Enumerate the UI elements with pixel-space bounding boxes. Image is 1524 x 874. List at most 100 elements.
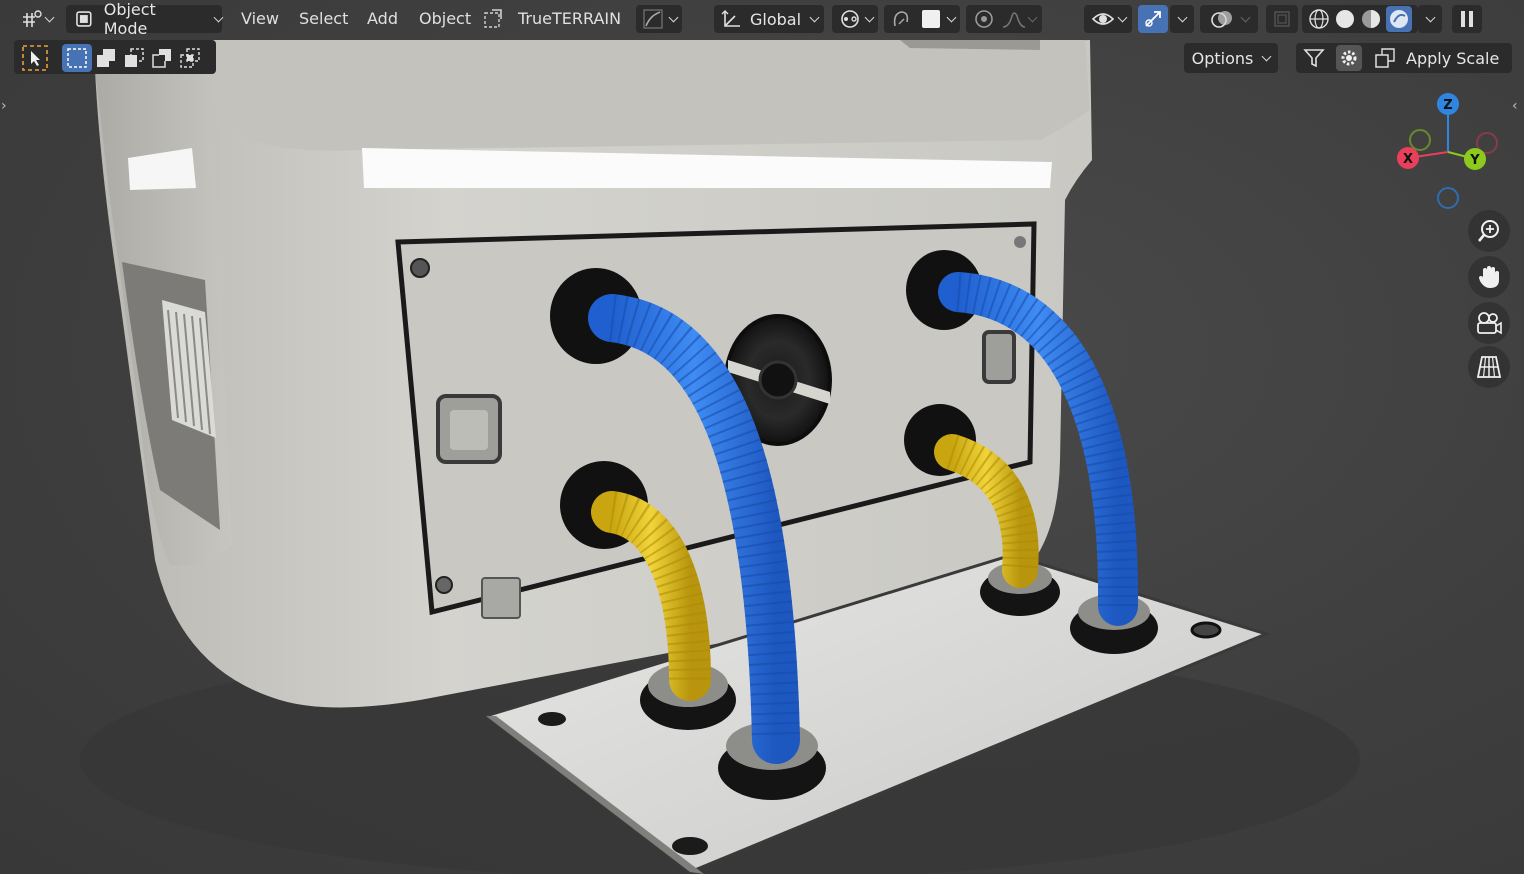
pivot-icon [840,10,859,28]
neg-z-axis-handle[interactable] [1437,187,1459,209]
transform-orientation-dropdown[interactable]: Global [714,5,824,33]
overlays-group[interactable] [1200,5,1258,33]
editor-type-icon [22,10,42,27]
eye-icon [1091,13,1114,25]
apply-scale-button[interactable]: Apply Scale [1374,47,1499,69]
center-vent-hub [758,360,798,400]
orientation-axes-icon [721,10,740,27]
filter-icon[interactable] [1302,46,1326,70]
pause-render-button[interactable] [1452,5,1482,33]
chevron-down-icon [668,12,678,22]
neg-y-axis-handle[interactable] [1409,129,1431,151]
chevron-down-icon [1117,12,1127,22]
chevron-down-icon [213,12,224,22]
snap-magnet-icon[interactable] [890,8,912,30]
snap-group [884,5,960,33]
menu-add[interactable]: Add [367,9,398,28]
proportional-editing-group [966,5,1042,33]
menu-select[interactable]: Select [299,9,348,28]
overlays-icon [1210,11,1232,28]
viewport-scene[interactable] [0,0,1524,874]
select-invert-icon [152,49,171,68]
mode-dropdown[interactable]: Object Mode [66,0,224,38]
shading-modes-group [1302,5,1418,33]
select-mode-invert-button[interactable] [148,44,176,72]
plate-bolt [1190,621,1222,639]
gear-icon [1341,50,1357,66]
cursor-select-icon [22,45,48,71]
y-axis-label: Y [1469,153,1480,168]
pivot-point-dropdown[interactable] [832,5,878,33]
chevron-down-icon [1425,12,1435,22]
transform-orientation-label: Global [750,9,802,29]
xray-icon [1274,11,1290,27]
shading-options-dropdown[interactable] [1418,5,1442,33]
xray-toggle-button[interactable] [1266,5,1298,33]
camera-icon [1477,312,1502,335]
select-box-icon [67,48,87,68]
addon-icon-button[interactable] [480,5,506,33]
mode-label: Object Mode [103,0,156,38]
menu-view[interactable]: View [241,9,279,28]
panel-handle-right[interactable] [982,330,1016,384]
visibility-dropdown[interactable] [1084,5,1132,33]
select-mode-subtract-button[interactable] [120,44,148,72]
solid-shading-icon[interactable] [1334,8,1356,30]
chevron-down-icon [1261,51,1272,61]
x-axis-label: X [1403,152,1413,167]
panel-handle-left-inner [450,410,488,450]
gizmo-toggle-button[interactable] [1138,5,1168,33]
chevron-down-icon [1240,12,1250,22]
select-mode-intersect-button[interactable] [176,44,204,72]
select-mode-new-button[interactable] [62,44,92,72]
chevron-down-icon [864,12,874,22]
menu-object[interactable]: Object [419,9,471,28]
chevron-down-icon [1027,12,1037,22]
snap-target-increment-icon[interactable] [921,10,940,28]
gizmo-icon [1145,11,1161,27]
falloff-curve-icon[interactable] [1001,8,1027,30]
perspective-toggle-button[interactable] [1468,346,1510,388]
toolbar-expand-icon[interactable]: › [1,98,7,114]
curve-icon [642,9,663,29]
options-dropdown[interactable]: Options [1184,43,1278,73]
addon-tools-bar: Apply Scale [1296,43,1512,73]
rendered-shading-button[interactable] [1386,6,1412,32]
hand-pan-icon [1479,266,1499,288]
select-mode-extend-button[interactable] [92,44,120,72]
machine-top-lip [210,40,1090,151]
object-mode-icon [76,11,92,27]
menu-trueterrain[interactable]: TrueTERRAIN [518,9,621,28]
panel-screw [435,576,453,594]
chevron-down-icon [44,12,54,22]
active-tool-button[interactable] [20,44,50,72]
zoom-icon [1478,220,1499,242]
wireframe-shading-icon[interactable] [1308,8,1330,30]
plate-bolt [672,837,708,855]
viewport-header: Object Mode View Select Add Object TrueT… [0,0,1524,38]
select-intersect-icon [180,48,200,68]
apply-scale-label: Apply Scale [1406,48,1500,68]
panel-screw [1014,236,1026,248]
plate-bolt [538,712,566,726]
editor-type-button[interactable] [14,5,58,33]
gizmo-dropdown[interactable] [1170,5,1194,33]
z-axis-label: Z [1443,98,1452,113]
chevron-down-icon [809,12,820,22]
settings-button[interactable] [1336,45,1362,71]
chevron-down-icon [946,12,956,22]
pan-button[interactable] [1468,256,1510,298]
selection-dashed-icon [484,9,502,28]
proportional-editing-icon[interactable] [973,8,995,30]
camera-view-button[interactable] [1468,302,1510,344]
navigation-gizmo[interactable]: Z X Y [1388,88,1508,212]
ortho-grid-icon [1476,356,1502,378]
material-shading-icon[interactable] [1360,8,1382,30]
rendered-shading-icon [1390,10,1408,28]
select-subtract-icon [125,48,144,67]
sidebar-expand-icon[interactable]: ‹ [1512,98,1518,114]
zoom-button[interactable] [1468,210,1510,252]
3d-viewport[interactable]: Object Mode View Select Add Object TrueT… [0,0,1524,874]
scale-icon [1375,48,1395,68]
curve-tool-dropdown[interactable] [636,5,682,33]
